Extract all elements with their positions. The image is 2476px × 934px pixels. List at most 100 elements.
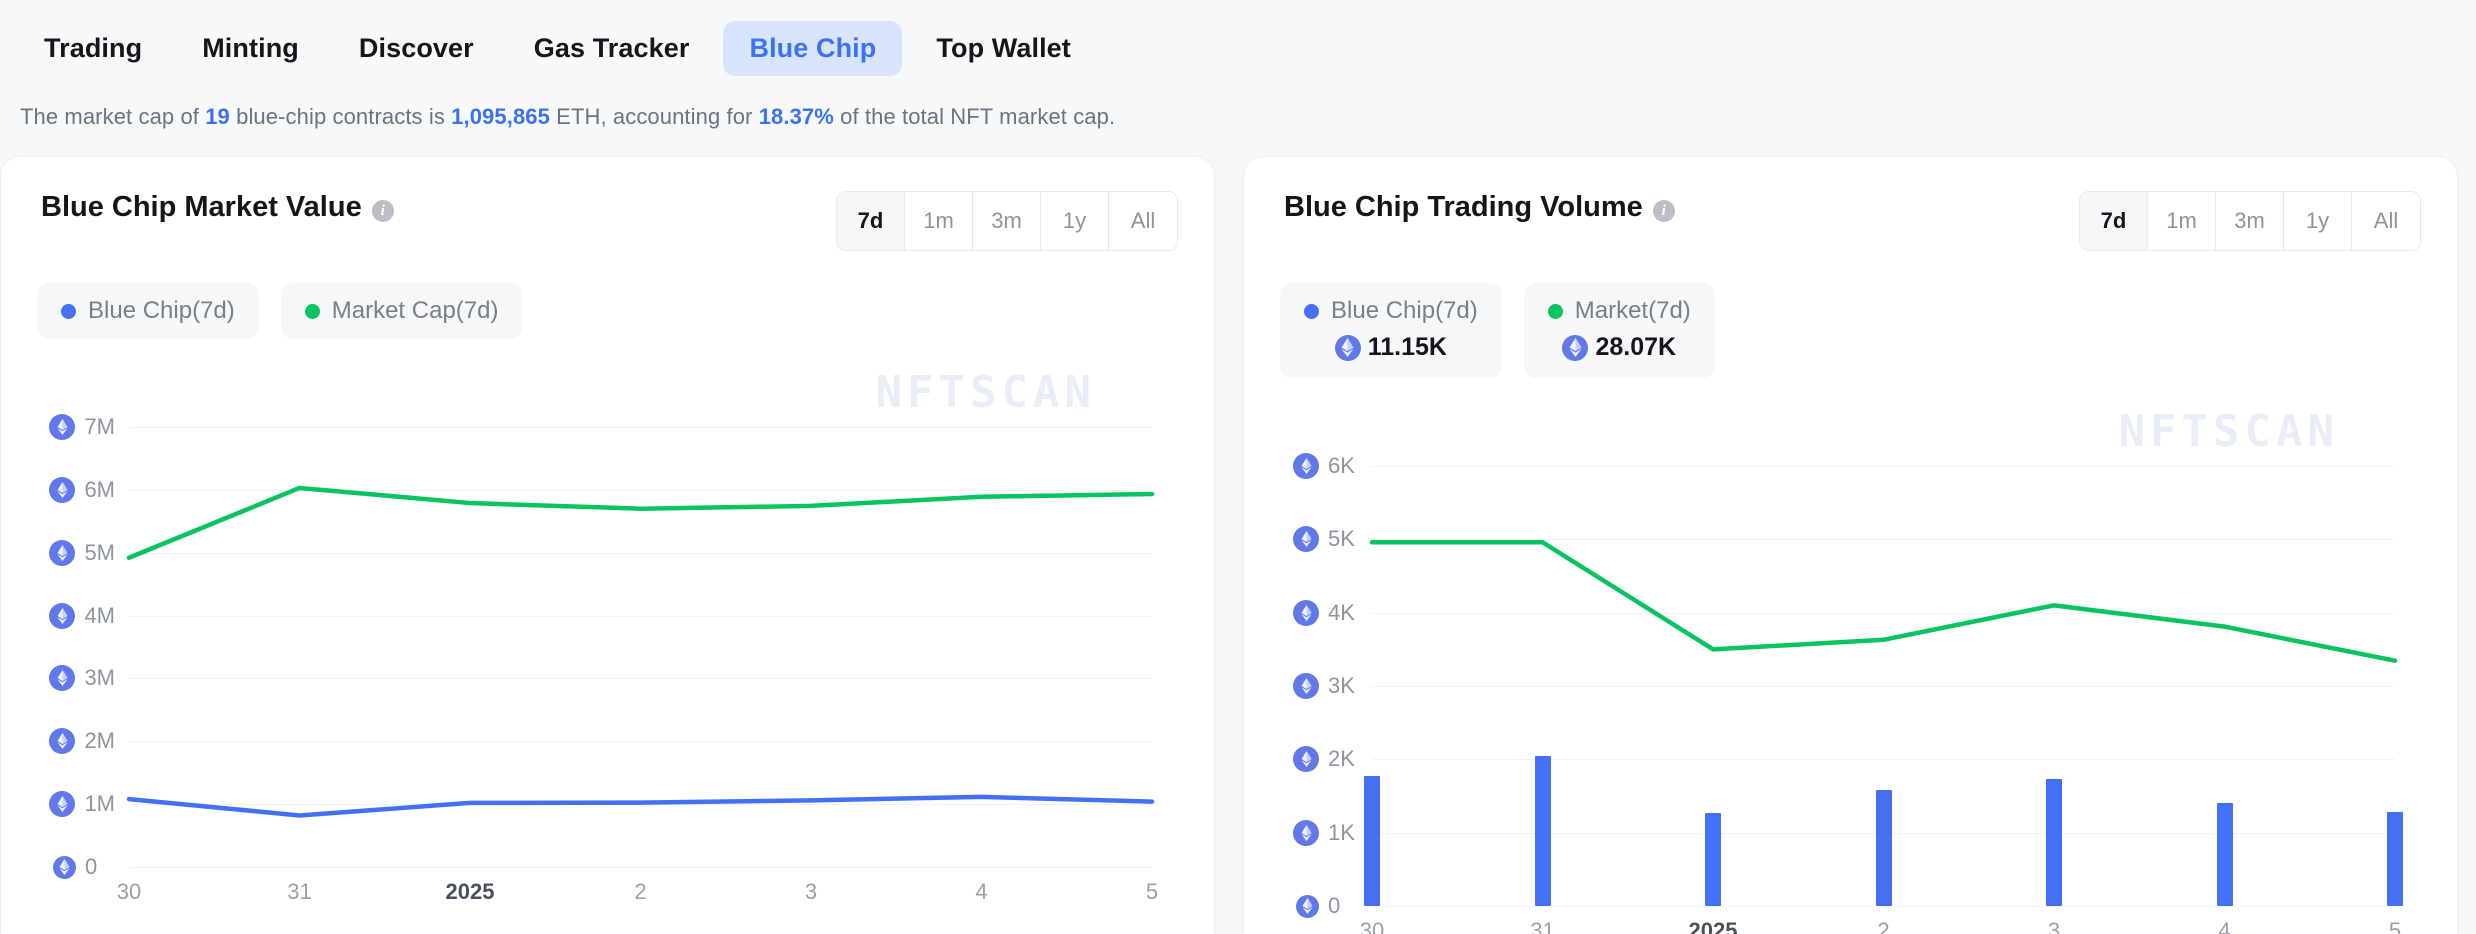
right-range-all[interactable]: All (2352, 192, 2420, 250)
y-axis-tick-label: 7M (84, 414, 115, 439)
left-range-1y[interactable]: 1y (1041, 192, 1109, 250)
left-card-header: Blue Chip Market Value i 7d 1m 3m 1y All (1, 157, 1214, 251)
left-legend: Blue Chip(7d) Market Cap(7d) (1, 251, 1214, 339)
x-axis-tick-label: 30 (1359, 918, 1385, 934)
page-title-market-value: Blue Chip Market Value (41, 191, 362, 223)
legend-label-blue-chip: Blue Chip(7d) (88, 297, 235, 324)
x-axis-tick-label: 4 (2218, 918, 2231, 934)
legend-dot-green (304, 303, 320, 319)
x-axis-tick-label: 2025 (445, 879, 495, 904)
left-card-title-group: Blue Chip Market Value i (41, 191, 394, 224)
eth-icon (49, 791, 76, 818)
eth-icon (1562, 334, 1589, 361)
eth-icon (49, 476, 76, 503)
right-range-3m[interactable]: 3m (2216, 192, 2284, 250)
summary-text-1: The market cap of (20, 104, 206, 129)
legend-dot-blue (61, 303, 76, 319)
y-axis-tick: 0 (53, 854, 115, 880)
y-axis-tick-label: 2M (84, 728, 115, 754)
y-axis-tick-label: 5K (1328, 526, 1355, 552)
x-axis-tick-label: 30 (116, 879, 142, 904)
summary-market-cap: 1,095,865 (451, 104, 550, 129)
y-axis-tick-label: 3M (84, 665, 115, 691)
right-range-7d[interactable]: 7d (2080, 192, 2148, 250)
eth-icon (1293, 599, 1319, 626)
eth-icon (1293, 453, 1319, 479)
market-cap-summary: The market cap of 19 blue-chip contracts… (0, 96, 2476, 130)
y-axis-tick-label: 5M (84, 539, 115, 565)
eth-icon (1293, 673, 1319, 699)
right-range-1m[interactable]: 1m (2148, 192, 2216, 250)
x-axis-tick-label: 2025 (1688, 918, 1738, 934)
x-axis-tick-label: 5 (1145, 879, 1159, 904)
nav-item-top-wallet[interactable]: Top Wallet (910, 21, 1096, 76)
nav-item-minting[interactable]: Minting (176, 21, 325, 76)
y-axis-tick: 6M (49, 476, 115, 503)
y-axis-tick-label: 2K (1328, 746, 1355, 772)
x-axis-tick-label: 31 (287, 879, 312, 904)
legend-value-market-volume: 28.07K (1595, 333, 1677, 361)
nav-item-trading[interactable]: Trading (18, 21, 168, 76)
legend-chip-market-volume[interactable]: Market(7d) 28.07K (1523, 283, 1715, 378)
y-axis-tick-label: 6M (84, 476, 115, 502)
gridline (129, 867, 1152, 868)
legend-dot-green (1547, 303, 1563, 319)
nav-item-blue-chip[interactable]: Blue Chip (723, 20, 903, 76)
y-axis-tick: 1K (1293, 819, 1358, 846)
nftscan-watermark: NFTSCAN (875, 367, 1096, 418)
y-axis-tick-label: 0 (1328, 893, 1341, 918)
eth-icon (1293, 746, 1319, 773)
blue-chip-trading-volume-card: Blue Chip Trading Volume i 7d 1m 3m 1y A… (1243, 156, 2458, 934)
y-axis-tick: 3K (1293, 673, 1358, 699)
legend-value-blue-chip-volume: 11.15K (1367, 333, 1447, 361)
legend-chip-blue-chip[interactable]: Blue Chip(7d) (37, 283, 259, 339)
series-lines (126, 485, 1155, 818)
info-icon[interactable]: i (1652, 199, 1675, 222)
summary-share-percent: 18.37% (758, 104, 834, 129)
legend-label-market-cap: Market Cap(7d) (331, 297, 499, 324)
y-axis-tick: 3M (49, 665, 115, 692)
series-line (1369, 540, 2398, 663)
eth-icon (1293, 526, 1319, 553)
y-axis-tick-label: 0 (85, 854, 98, 879)
page-title-trading-volume: Blue Chip Trading Volume (1284, 191, 1643, 223)
legend-chip-market-cap[interactable]: Market Cap(7d) (280, 283, 523, 339)
legend-label-blue-chip-volume: Blue Chip(7d) (1331, 297, 1478, 324)
nav-item-gas-tracker[interactable]: Gas Tracker (508, 21, 716, 76)
y-axis-tick: 7M (49, 414, 115, 440)
left-range-1m[interactable]: 1m (905, 192, 973, 250)
eth-icon (49, 414, 76, 440)
y-axis-tick-label: 1M (84, 791, 115, 817)
nftscan-watermark: NFTSCAN (2118, 406, 2339, 457)
x-axis-tick-label: 3 (804, 879, 818, 904)
series-line (126, 794, 1155, 818)
summary-text-4: of the total NFT market cap. (833, 104, 1116, 129)
info-icon[interactable]: i (371, 199, 394, 222)
legend-chip-blue-chip-volume[interactable]: Blue Chip(7d) 11.15K (1280, 283, 1502, 378)
right-range-selector[interactable]: 7d 1m 3m 1y All (2079, 191, 2421, 251)
summary-contract-count: 19 (205, 104, 230, 129)
y-axis-tick-label: 4M (84, 602, 115, 628)
y-axis-tick-label: 6K (1328, 453, 1355, 478)
left-range-7d[interactable]: 7d (837, 192, 905, 250)
gridline (1372, 906, 2395, 907)
y-axis-tick-label: 4K (1328, 599, 1355, 625)
left-range-selector[interactable]: 7d 1m 3m 1y All (836, 191, 1178, 251)
eth-icon (49, 539, 76, 566)
x-axis-tick-label: 2 (634, 879, 647, 904)
y-axis-tick: 5M (49, 539, 115, 566)
nav-item-discover[interactable]: Discover (333, 21, 500, 76)
eth-icon (53, 855, 76, 879)
blue-chip-market-value-card: Blue Chip Market Value i 7d 1m 3m 1y All… (0, 156, 1215, 934)
left-range-all[interactable]: All (1109, 192, 1177, 250)
eth-icon (49, 665, 76, 692)
y-axis-tick: 5K (1293, 526, 1358, 553)
summary-text-3: ETH, accounting for (549, 104, 759, 129)
eth-icon (49, 728, 76, 755)
x-axis-tick-label: 31 (1530, 918, 1555, 934)
left-plot-area: 0 1M 2M 3M 4M 5M 6M 7M 30 31 2025 2 3 4 5 (49, 414, 1158, 904)
right-range-1y[interactable]: 1y (2284, 192, 2352, 250)
left-range-3m[interactable]: 3m (973, 192, 1041, 250)
y-axis-tick-label: 1K (1328, 819, 1355, 845)
legend-dot-blue (1304, 303, 1319, 319)
